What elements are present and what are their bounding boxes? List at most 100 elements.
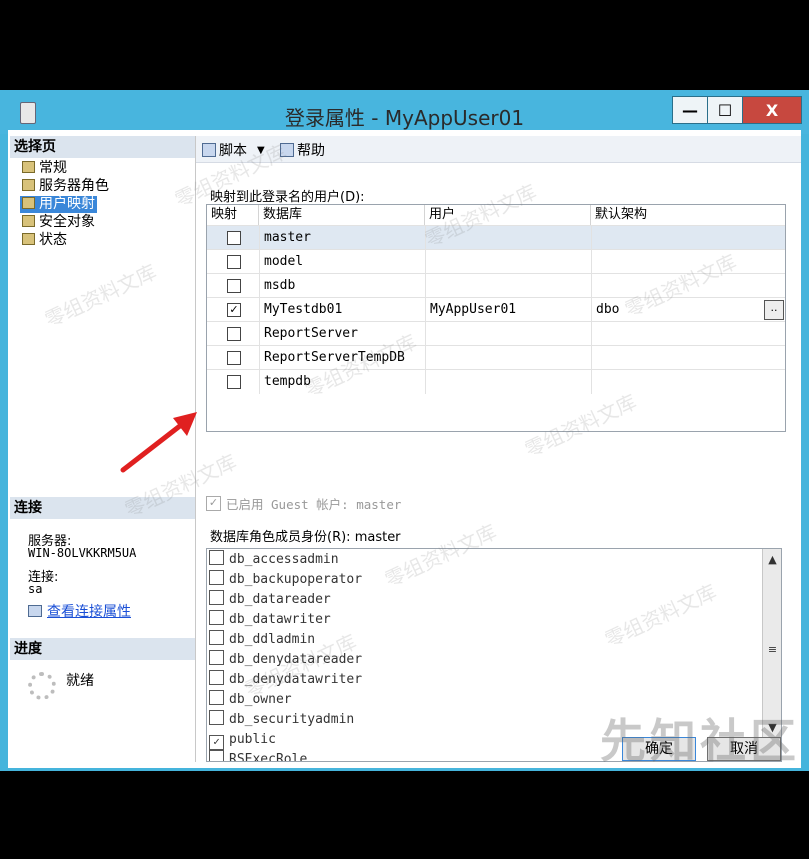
map-checkbox[interactable]: ✓ — [227, 303, 241, 317]
role-checkbox[interactable] — [209, 590, 224, 605]
mapping-label: 映射到此登录名的用户(D): — [210, 190, 365, 205]
role-name: db_datareader — [229, 592, 331, 607]
map-checkbox[interactable] — [227, 255, 241, 269]
map-checkbox[interactable] — [227, 351, 241, 365]
cell-user[interactable] — [425, 250, 591, 274]
toolbar: 脚本 ▼ 帮助 — [196, 136, 801, 163]
title-bar[interactable]: 登录属性 - MyAppUser01 — ☐ X — [0, 90, 809, 134]
properties-icon — [28, 605, 42, 617]
table-row[interactable]: msdb — [207, 273, 785, 298]
browse-schema-button[interactable]: .. — [764, 300, 784, 320]
cell-schema[interactable] — [591, 346, 785, 370]
role-name: db_datawriter — [229, 612, 331, 627]
list-item[interactable]: db_backupoperator — [209, 570, 362, 590]
page-item[interactable]: 状态 — [20, 232, 69, 249]
role-membership-label: 数据库角色成员身份(R): master — [210, 530, 401, 545]
table-row[interactable]: tempdb — [207, 369, 785, 394]
list-item[interactable]: db_denydatareader — [209, 650, 362, 670]
connection-value: sa — [28, 582, 43, 596]
column-header: 用户 — [425, 205, 591, 225]
role-name: db_accessadmin — [229, 552, 339, 567]
script-label: 脚本 — [219, 143, 247, 159]
server-value: WIN-8OLVKKRM5UA — [28, 546, 137, 560]
cell-schema[interactable] — [591, 274, 785, 298]
maximize-button[interactable]: ☐ — [707, 96, 743, 124]
cell-schema[interactable]: dbo — [591, 298, 785, 322]
page-item[interactable]: 安全对象 — [20, 214, 97, 231]
cell-user[interactable]: MyAppUser01 — [425, 298, 591, 322]
page-label: 常规 — [39, 160, 67, 176]
table-row[interactable]: master — [207, 225, 785, 250]
table-row[interactable]: ✓ MyTestdb01 MyAppUser01 dbo.. — [207, 297, 785, 322]
cell-schema[interactable] — [591, 322, 785, 346]
table-row[interactable]: ReportServer — [207, 321, 785, 346]
scroll-up-icon[interactable]: ▲ — [763, 551, 781, 569]
page-label: 安全对象 — [39, 214, 95, 230]
cell-db: master — [264, 230, 311, 245]
role-checkbox[interactable] — [209, 630, 224, 645]
close-button[interactable]: X — [742, 96, 802, 124]
scroll-thumb-grip-icon[interactable]: ≡ — [763, 641, 781, 659]
guest-checkbox: ✓ — [206, 496, 221, 511]
list-item[interactable]: db_securityadmin — [209, 710, 354, 730]
cell-user[interactable] — [425, 370, 591, 394]
map-checkbox[interactable] — [227, 279, 241, 293]
role-checkbox[interactable] — [209, 650, 224, 665]
page-item[interactable]: 常规 — [20, 160, 69, 177]
page-item[interactable]: 用户映射 — [20, 196, 97, 213]
cell-user[interactable] — [425, 226, 591, 250]
user-mapping-grid: 映射 数据库 用户 默认架构 master model msdb ✓ MyTestdb0… — [206, 204, 786, 432]
role-name: db_securityadmin — [229, 712, 355, 727]
role-checkbox[interactable] — [209, 690, 224, 705]
progress-spinner-icon — [28, 672, 56, 700]
cell-user[interactable] — [425, 322, 591, 346]
help-button[interactable]: 帮助 — [280, 140, 325, 160]
brand-watermark: 先知社区 — [600, 714, 800, 768]
view-connection-link[interactable]: 查看连接属性 — [28, 601, 131, 621]
table-row[interactable]: ReportServerTempDB — [207, 345, 785, 370]
cell-db: ReportServer — [264, 326, 358, 341]
cell-db: MyTestdb01 — [264, 302, 343, 317]
map-checkbox[interactable] — [227, 327, 241, 341]
page-icon — [22, 215, 35, 227]
cell-user[interactable] — [425, 346, 591, 370]
cell-schema[interactable] — [591, 370, 785, 394]
script-icon — [202, 143, 216, 157]
page-icon — [22, 161, 35, 173]
list-item[interactable]: RSExecRole — [209, 750, 307, 761]
connection-header: 连接 — [10, 497, 195, 519]
view-connection-label: 查看连接属性 — [47, 604, 131, 620]
progress-status: 就绪 — [66, 673, 94, 689]
cell-user[interactable] — [425, 274, 591, 298]
role-name: db_backupoperator — [229, 572, 363, 587]
cell-schema[interactable] — [591, 226, 785, 250]
role-checkbox[interactable]: ✓ — [209, 735, 224, 750]
help-label: 帮助 — [297, 143, 325, 159]
cell-db: model — [264, 254, 304, 269]
script-button[interactable]: 脚本 ▼ — [202, 140, 265, 160]
map-checkbox[interactable] — [227, 375, 241, 389]
cell-db: msdb — [264, 278, 296, 293]
role-checkbox[interactable] — [209, 550, 224, 565]
list-item[interactable]: db_owner — [209, 690, 292, 710]
page-label: 状态 — [39, 232, 67, 248]
list-item[interactable]: db_denydatawriter — [209, 670, 362, 690]
role-checkbox[interactable] — [209, 710, 224, 725]
role-checkbox[interactable] — [209, 750, 224, 761]
guest-label: 已启用 Guest 帐户: master — [226, 497, 402, 512]
list-item[interactable]: ✓ public — [209, 730, 276, 750]
minimize-button[interactable]: — — [672, 96, 708, 124]
chevron-down-icon[interactable]: ▼ — [257, 145, 265, 156]
map-checkbox[interactable] — [227, 231, 241, 245]
list-item[interactable]: db_accessadmin — [209, 550, 339, 570]
list-item[interactable]: db_datareader — [209, 590, 331, 610]
cell-schema[interactable] — [591, 250, 785, 274]
role-checkbox[interactable] — [209, 570, 224, 585]
table-row[interactable]: model — [207, 249, 785, 274]
page-item[interactable]: 服务器角色 — [20, 178, 111, 195]
role-name: db_ddladmin — [229, 632, 316, 647]
role-checkbox[interactable] — [209, 610, 224, 625]
role-checkbox[interactable] — [209, 670, 224, 685]
list-item[interactable]: db_datawriter — [209, 610, 331, 630]
list-item[interactable]: db_ddladmin — [209, 630, 315, 650]
